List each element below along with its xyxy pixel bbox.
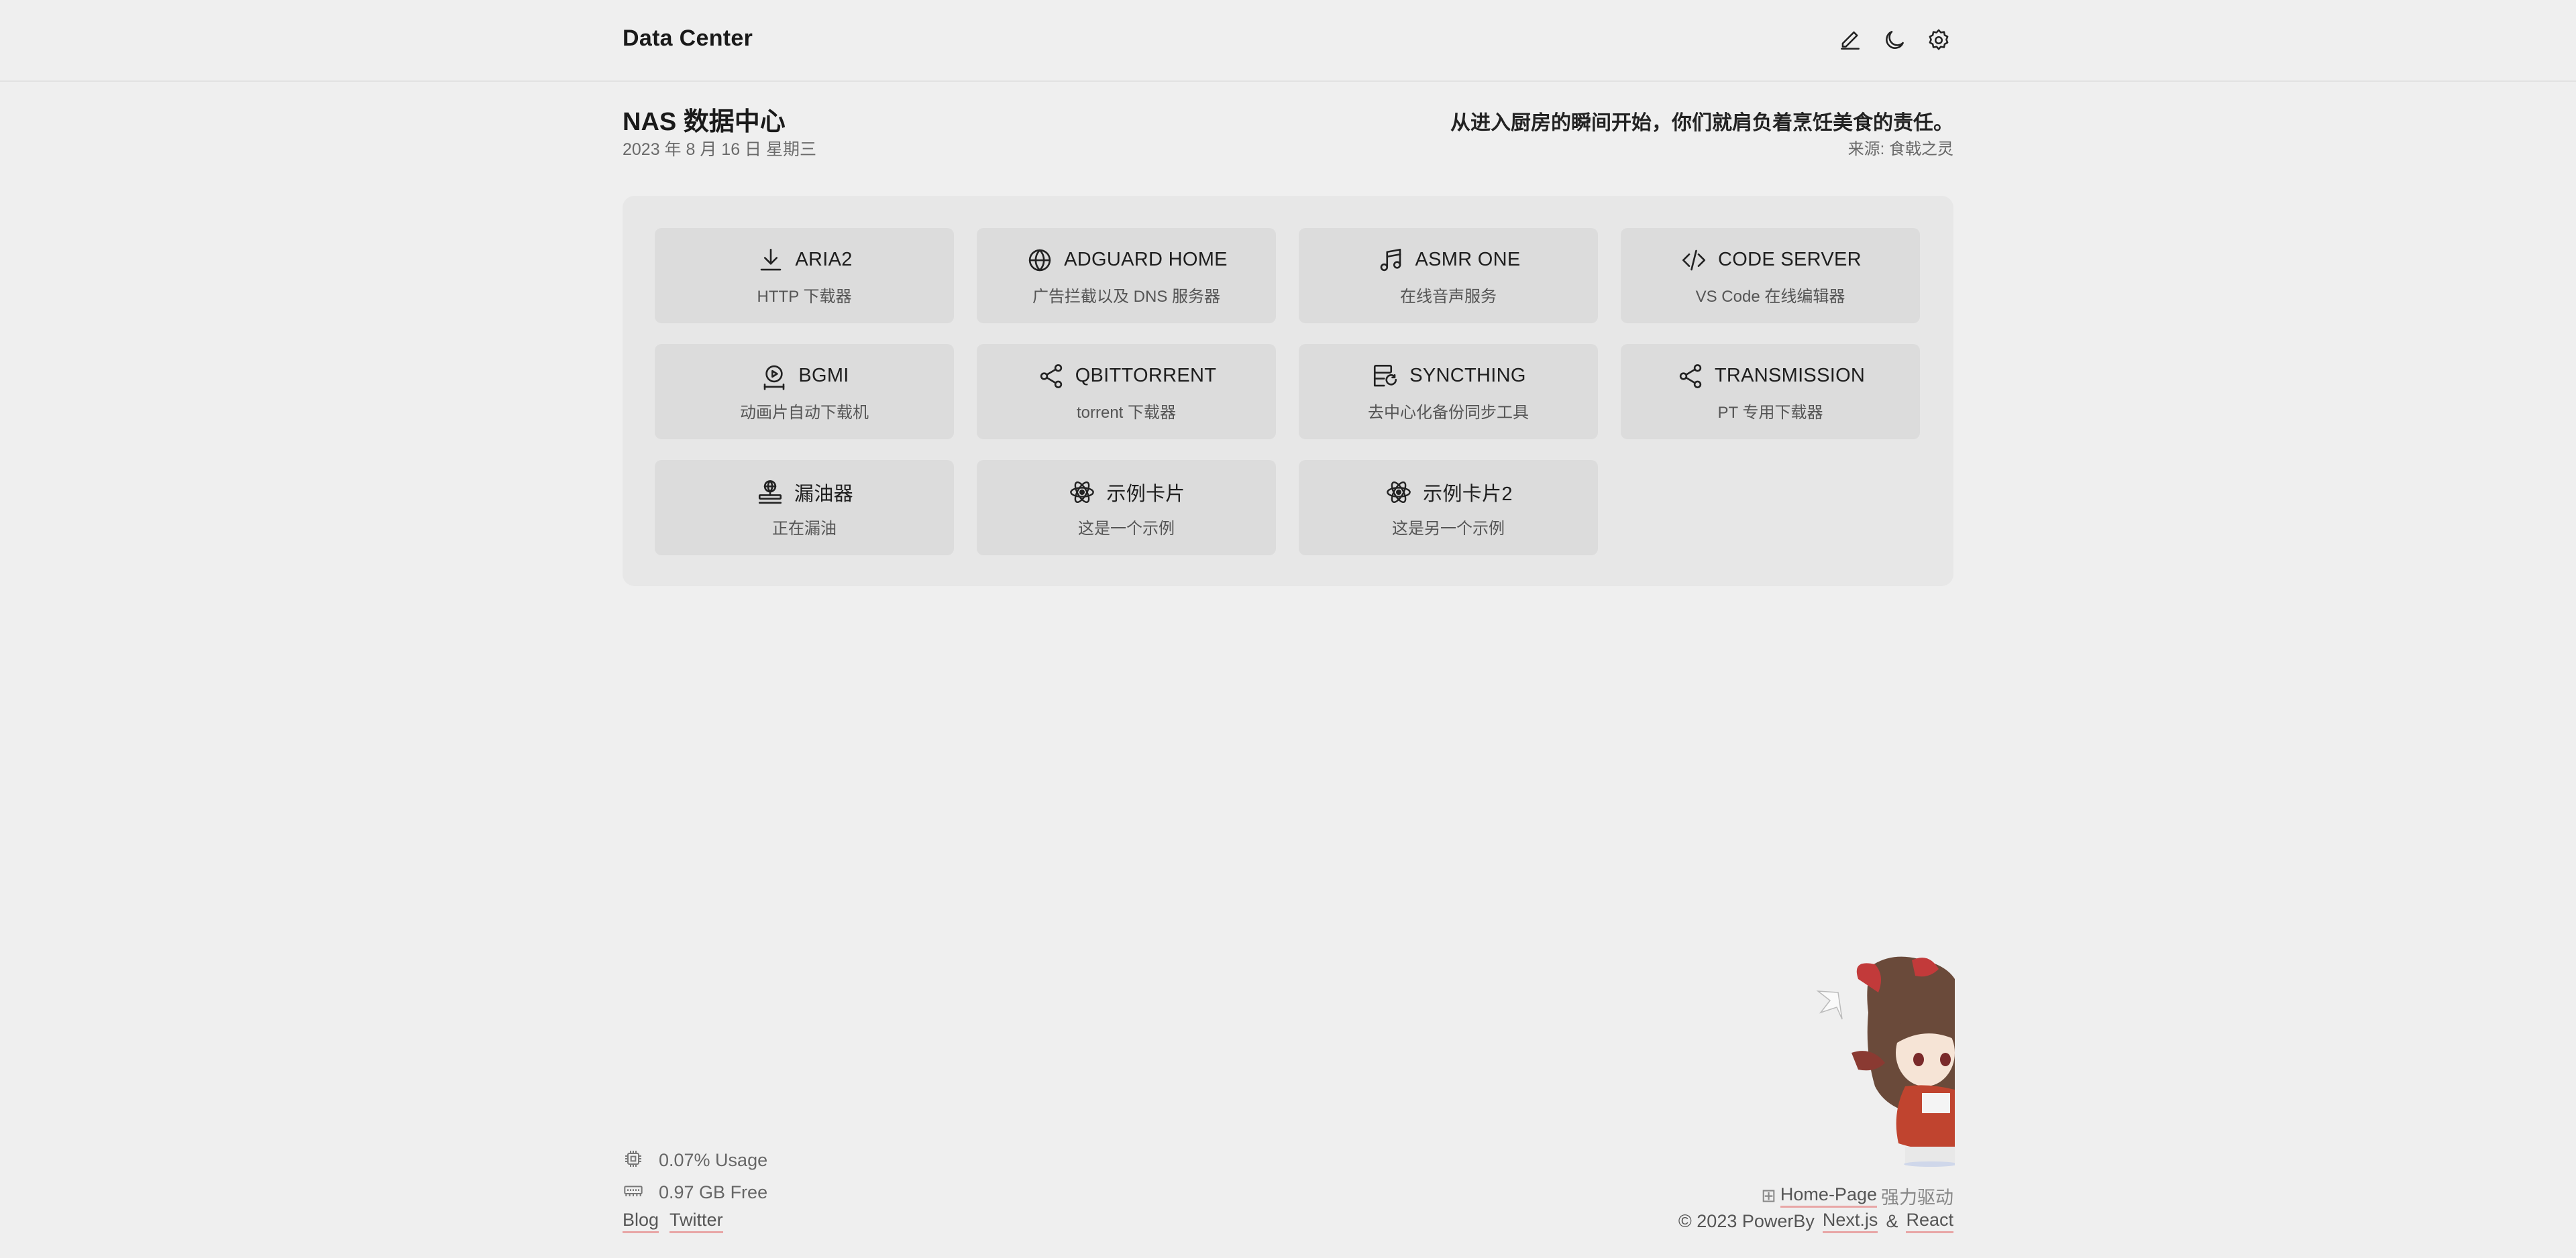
gear-icon[interactable]	[1924, 25, 1953, 55]
card-adguard-home[interactable]: ADGUARD HOME 广告拦截以及 DNS 服务器	[977, 228, 1276, 323]
card-desc: PT 专用下载器	[1717, 403, 1823, 422]
card-title: ADGUARD HOME	[1064, 249, 1228, 270]
card-title: ASMR ONE	[1415, 249, 1521, 270]
card-desc: 正在漏油	[772, 519, 837, 538]
card-desc: 广告拦截以及 DNS 服务器	[1032, 287, 1220, 306]
card-title: TRANSMISSION	[1714, 365, 1866, 386]
quote-text: 从进入厨房的瞬间开始，你们就肩负着烹饪美食的责任。	[1450, 112, 1953, 134]
card-title: QBITTORRENT	[1075, 365, 1217, 386]
footer-links: Blog Twitter	[623, 1210, 723, 1233]
card-desc: 这是另一个示例	[1392, 519, 1505, 538]
quote-source: 来源: 食戟之灵	[1847, 140, 1953, 158]
card-syncthing[interactable]: SYNCTHING 去中心化备份同步工具	[1299, 344, 1598, 439]
network-icon	[755, 477, 785, 507]
edit-icon[interactable]	[1835, 25, 1865, 55]
card-desc: VS Code 在线编辑器	[1695, 287, 1845, 306]
card-bgmi[interactable]: BGMI 动画片自动下载机	[655, 344, 954, 439]
powered-by: ⊞ Home-Page 强力驱动	[1761, 1183, 1953, 1209]
powered-suffix: 强力驱动	[1881, 1188, 1953, 1208]
card-title: CODE SERVER	[1718, 249, 1862, 270]
card-desc: 动画片自动下载机	[740, 403, 869, 422]
share-icon	[1036, 361, 1066, 391]
card-asmr-one[interactable]: ASMR ONE 在线音声服务	[1299, 228, 1598, 323]
card-code-server[interactable]: CODE SERVER VS Code 在线编辑器	[1621, 228, 1920, 323]
atom-icon	[1067, 477, 1097, 507]
cpu-icon	[623, 1148, 644, 1173]
card-title: 示例卡片2	[1423, 483, 1513, 505]
ampersand: &	[1886, 1211, 1898, 1231]
card-title: SYNCTHING	[1409, 365, 1526, 386]
header-actions	[1835, 25, 1953, 55]
moon-icon[interactable]	[1880, 25, 1909, 55]
music-icon	[1376, 245, 1405, 275]
server-sync-icon	[1371, 361, 1400, 391]
react-link[interactable]: React	[1906, 1210, 1953, 1233]
atom-icon	[1384, 477, 1413, 507]
play-icon	[759, 361, 789, 391]
nextjs-link[interactable]: Next.js	[1822, 1210, 1878, 1233]
card-title: 示例卡片	[1106, 483, 1185, 505]
services-panel: ARIA2 HTTP 下载器 ADGUARD HOME 广告拦截以及 DNS 服…	[623, 196, 1953, 586]
card-title: BGMI	[798, 365, 849, 386]
card-title: 漏油器	[794, 483, 853, 505]
grid-icon: ⊞	[1761, 1186, 1776, 1206]
card-title: ARIA2	[795, 249, 853, 270]
services-grid: ARIA2 HTTP 下载器 ADGUARD HOME 广告拦截以及 DNS 服…	[655, 228, 1920, 555]
page-title: NAS 数据中心	[623, 108, 786, 136]
card-desc: 这是一个示例	[1078, 519, 1175, 538]
blog-link[interactable]: Blog	[623, 1210, 659, 1233]
card-desc: 去中心化备份同步工具	[1368, 403, 1529, 422]
cpu-usage: 0.07% Usage	[659, 1149, 768, 1170]
card-desc: torrent 下载器	[1076, 403, 1177, 422]
home-page-link[interactable]: Home-Page	[1780, 1184, 1877, 1208]
copyright: © 2023 PowerBy Next.js & React	[1678, 1210, 1953, 1233]
download-icon	[756, 245, 786, 275]
card-example-2[interactable]: 示例卡片2 这是另一个示例	[1299, 460, 1598, 555]
system-stats: 0.07% Usage 0.97 GB Free	[623, 1144, 767, 1208]
card-transmission[interactable]: TRANSMISSION PT 专用下载器	[1621, 344, 1920, 439]
top-bar: Data Center	[0, 0, 2576, 82]
brand-title[interactable]: Data Center	[623, 25, 753, 52]
memory-stat: 0.97 GB Free	[623, 1176, 767, 1208]
memory-free: 0.97 GB Free	[659, 1182, 768, 1202]
card-aria2[interactable]: ARIA2 HTTP 下载器	[655, 228, 954, 323]
cpu-stat: 0.07% Usage	[623, 1144, 767, 1176]
copyright-text: © 2023 PowerBy	[1678, 1211, 1815, 1231]
share-icon	[1676, 361, 1705, 391]
card-oil-leaker[interactable]: 漏油器 正在漏油	[655, 460, 954, 555]
memory-icon	[623, 1180, 644, 1205]
twitter-link[interactable]: Twitter	[669, 1210, 723, 1233]
code-icon	[1679, 245, 1709, 275]
mascot-illustration	[1816, 956, 1955, 1167]
globe-icon	[1025, 245, 1055, 275]
card-desc: HTTP 下载器	[757, 287, 852, 306]
card-desc: 在线音声服务	[1400, 287, 1497, 306]
card-qbittorrent[interactable]: QBITTORRENT torrent 下载器	[977, 344, 1276, 439]
card-example[interactable]: 示例卡片 这是一个示例	[977, 460, 1276, 555]
date-text: 2023 年 8 月 16 日 星期三	[623, 140, 817, 159]
